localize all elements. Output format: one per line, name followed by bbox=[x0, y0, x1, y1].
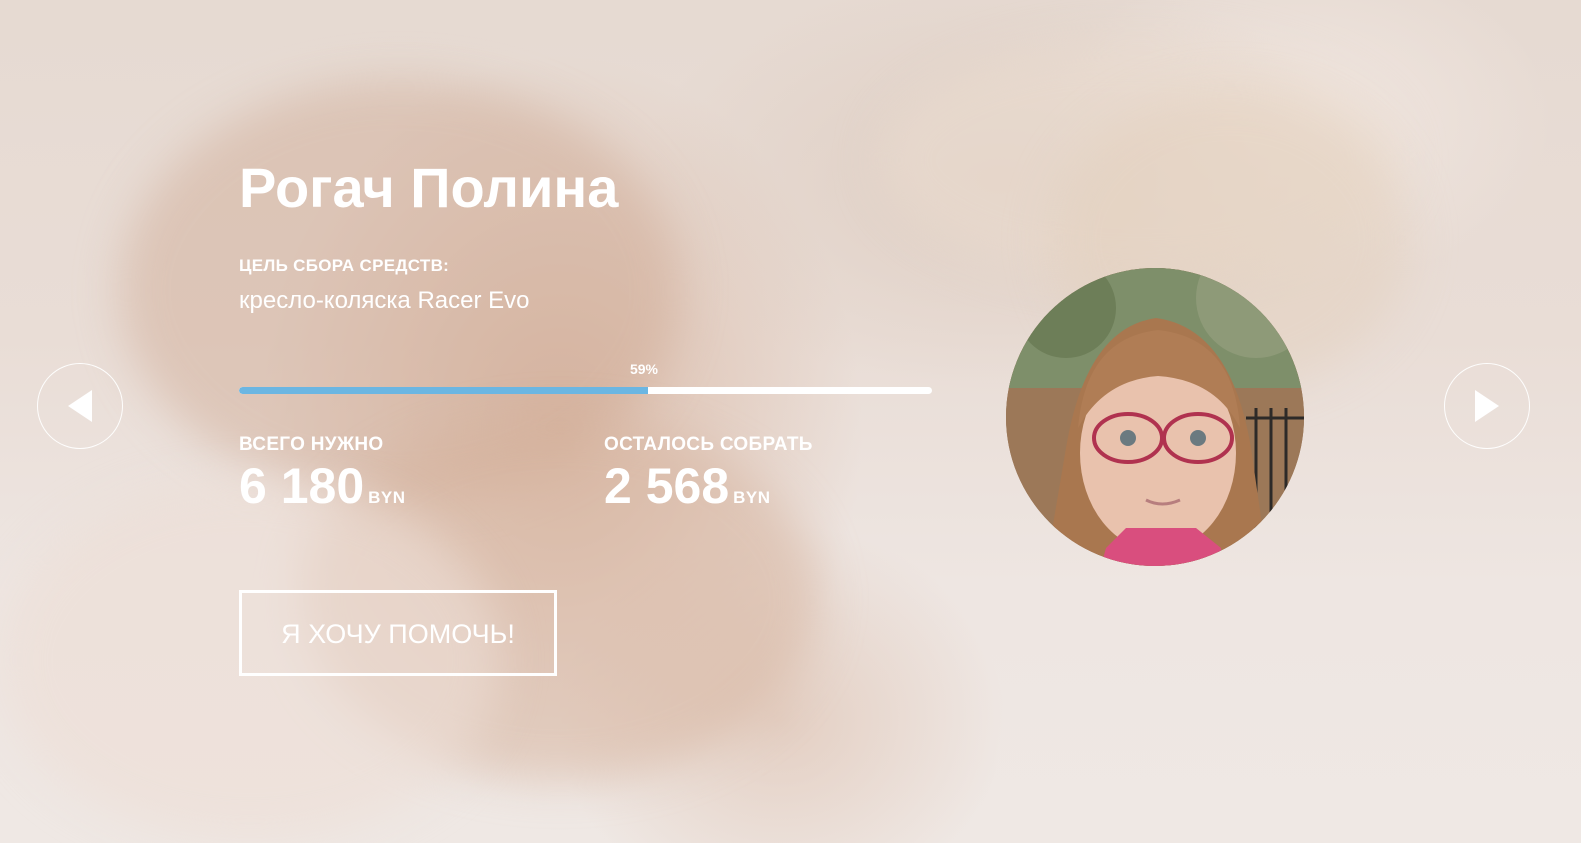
slider-prev-button[interactable] bbox=[37, 363, 123, 449]
progress-bar bbox=[239, 387, 932, 394]
stat-total-needed: ВСЕГО НУЖНО 6 180 BYN bbox=[239, 434, 406, 513]
beneficiary-avatar bbox=[1006, 268, 1304, 566]
slider-next-button[interactable] bbox=[1444, 363, 1530, 449]
portrait-image bbox=[1006, 268, 1304, 566]
stat-remaining-value: 2 568 bbox=[604, 458, 730, 514]
goal-value: кресло-коляска Racer Evo bbox=[239, 287, 530, 314]
campaign-name: Рогач Полина bbox=[239, 156, 619, 219]
triangle-right-icon bbox=[1475, 390, 1499, 422]
progress-fill bbox=[239, 387, 648, 394]
stat-remaining-label: ОСТАЛОСЬ СОБРАТЬ bbox=[604, 434, 813, 455]
stat-total-value: 6 180 bbox=[239, 458, 365, 514]
triangle-left-icon bbox=[68, 390, 92, 422]
stat-remaining: ОСТАЛОСЬ СОБРАТЬ 2 568 BYN bbox=[604, 434, 813, 513]
stat-remaining-currency: BYN bbox=[733, 488, 771, 507]
stat-total-currency: BYN bbox=[368, 488, 406, 507]
help-button[interactable]: Я ХОЧУ ПОМОЧЬ! bbox=[239, 590, 557, 676]
stat-total-label: ВСЕГО НУЖНО bbox=[239, 434, 384, 455]
goal-label: ЦЕЛЬ СБОРА СРЕДСТВ: bbox=[239, 256, 450, 275]
hero-slider: Рогач Полина ЦЕЛЬ СБОРА СРЕДСТВ: кресло-… bbox=[0, 0, 1581, 843]
progress-percent: 59% bbox=[629, 361, 659, 377]
